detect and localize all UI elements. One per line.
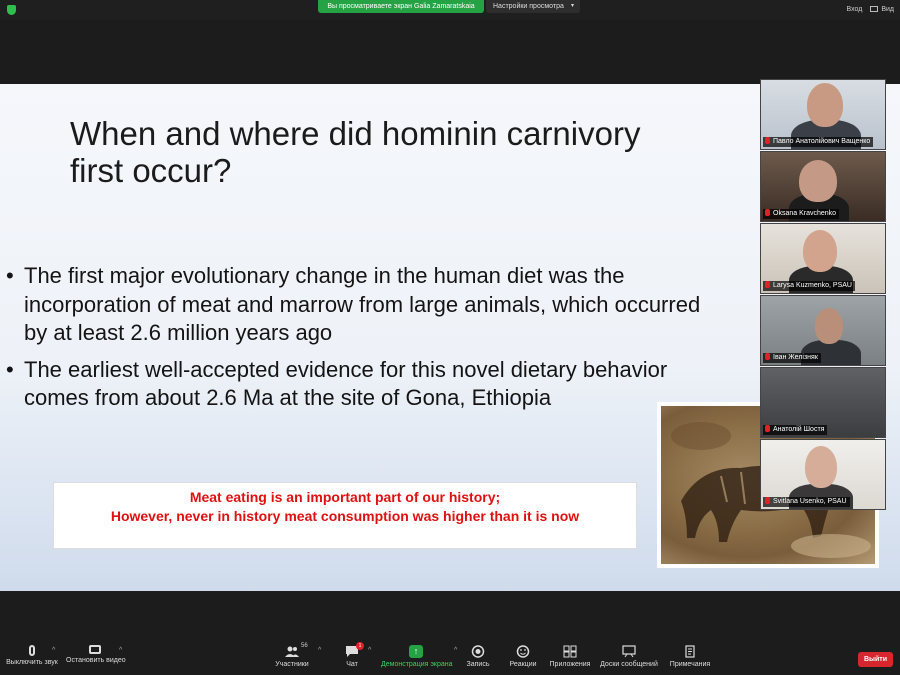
callout-line: Meat eating is an important part of our … [189,489,501,505]
participant-face [815,308,843,344]
participant-tile[interactable]: Іван Желізняк [760,295,886,366]
chevron-down-icon: ▾ [570,3,574,9]
participants-icon: 56 [285,643,308,658]
microphone-icon [29,645,35,656]
participant-tile[interactable]: Larysa Kuzmenko, PSAU [760,223,886,294]
chat-button[interactable]: 1 Чат [338,642,366,668]
slide-bullets: The first major evolutionary change in t… [4,262,724,421]
record-label: Запись [466,661,490,668]
whiteboards-button[interactable]: Доски сообщений [598,645,660,668]
view-button[interactable]: Вид [870,6,894,13]
participant-gallery: Павло Анатолійович Ващенко Oksana Kravch… [760,79,886,511]
chat-icon: 1 [345,642,364,658]
view-options-label: Настройки просмотра [493,3,564,10]
stop-video-button[interactable]: Остановить видео [66,645,126,664]
participant-name-tag: Oksana Kravchenko [763,209,840,219]
leave-button[interactable]: Выйти [858,652,893,667]
stop-video-label: Остановить видео [66,657,126,664]
mic-muted-icon [765,281,770,288]
top-right-controls: Вход Вид [846,6,894,13]
apps-button[interactable]: Приложения [548,645,592,668]
participant-tile[interactable]: Анатолій Шостя [760,367,886,438]
chat-label: Чат [346,661,358,668]
participant-name: Анатолій Шостя [773,426,825,433]
record-button[interactable]: Запись [463,645,493,668]
participant-tile[interactable]: Oksana Kravchenko [760,151,886,222]
callout-box: Meat eating is an important part of our … [53,482,637,549]
whiteboards-label: Доски сообщений [600,661,658,668]
participant-face [799,160,837,202]
participant-name: Oksana Kravchenko [773,210,837,217]
notes-label: Примечания [669,661,711,668]
grid-icon [870,6,879,12]
mute-label: Выключить звук [6,659,58,666]
participants-label: Участники [275,661,309,668]
zoom-window: Вы просматриваете экран Galia Zamaratska… [0,0,900,675]
participant-name-tag: Svitlana Usenko, PSAU [763,497,850,507]
signin-button[interactable]: Вход [846,6,862,13]
participant-name: Larysa Kuzmenko, PSAU [773,282,852,289]
view-label: Вид [881,6,894,13]
apps-label: Приложения [549,661,591,668]
participant-name: Павло Анатолійович Ващенко [773,138,871,145]
shield-icon[interactable] [7,5,16,15]
participants-options-caret[interactable]: ^ [318,647,321,654]
participant-name: Іван Желізняк [773,354,818,361]
meeting-toolbar: Выключить звук ^ Остановить видео ^ 56 У… [0,641,900,675]
notes-button[interactable]: Примечания [668,645,712,668]
whiteboard-icon [622,645,636,658]
screen-share-banner: Вы просматриваете экран Galia Zamaratska… [318,0,484,13]
callout-line: However, never in history meat consumpti… [110,508,580,524]
participant-face [803,230,837,272]
bullet-item: The first major evolutionary change in t… [4,262,724,348]
view-options-button[interactable]: Настройки просмотра ▾ [486,0,580,13]
mic-muted-icon [765,497,770,504]
mic-muted-icon [765,137,770,144]
notes-icon [683,645,697,658]
participants-button[interactable]: 56 Участники [272,643,312,668]
mute-button[interactable]: Выключить звук [6,645,58,666]
mic-muted-icon [765,209,770,216]
participant-face [807,83,843,127]
reactions-button[interactable]: Реакции [506,645,540,668]
reactions-label: Реакции [509,661,537,668]
share-options-caret[interactable]: ^ [454,647,457,654]
mic-muted-icon [765,425,770,432]
slide-title: When and where did hominin carnivory fir… [70,115,641,189]
share-screen-button[interactable]: ↑ Демонстрация экрана [381,645,453,668]
participant-name-tag: Анатолій Шостя [763,425,828,435]
apps-icon [563,645,577,658]
participant-name-tag: Іван Желізняк [763,353,821,363]
participants-count: 56 [301,643,308,649]
participant-face [805,446,837,488]
participant-name: Svitlana Usenko, PSAU [773,498,847,505]
bullet-item: The earliest well-accepted evidence for … [4,356,724,413]
record-icon [471,645,485,658]
participant-tile[interactable]: Svitlana Usenko, PSAU [760,439,886,510]
smiley-icon [516,645,530,658]
camera-icon [89,645,101,654]
top-bar: Вы просматриваете экран Galia Zamaratska… [0,0,900,20]
participant-name-tag: Larysa Kuzmenko, PSAU [763,281,855,291]
share-screen-icon: ↑ [409,645,423,658]
chat-badge: 1 [356,642,364,650]
mic-muted-icon [765,353,770,360]
participant-name-tag: Павло Анатолійович Ващенко [763,137,874,147]
participant-tile[interactable]: Павло Анатолійович Ващенко [760,79,886,150]
audio-options-caret[interactable]: ^ [52,647,55,654]
share-screen-label: Демонстрация экрана [381,661,453,668]
chat-options-caret[interactable]: ^ [368,647,371,654]
video-options-caret[interactable]: ^ [119,647,122,654]
